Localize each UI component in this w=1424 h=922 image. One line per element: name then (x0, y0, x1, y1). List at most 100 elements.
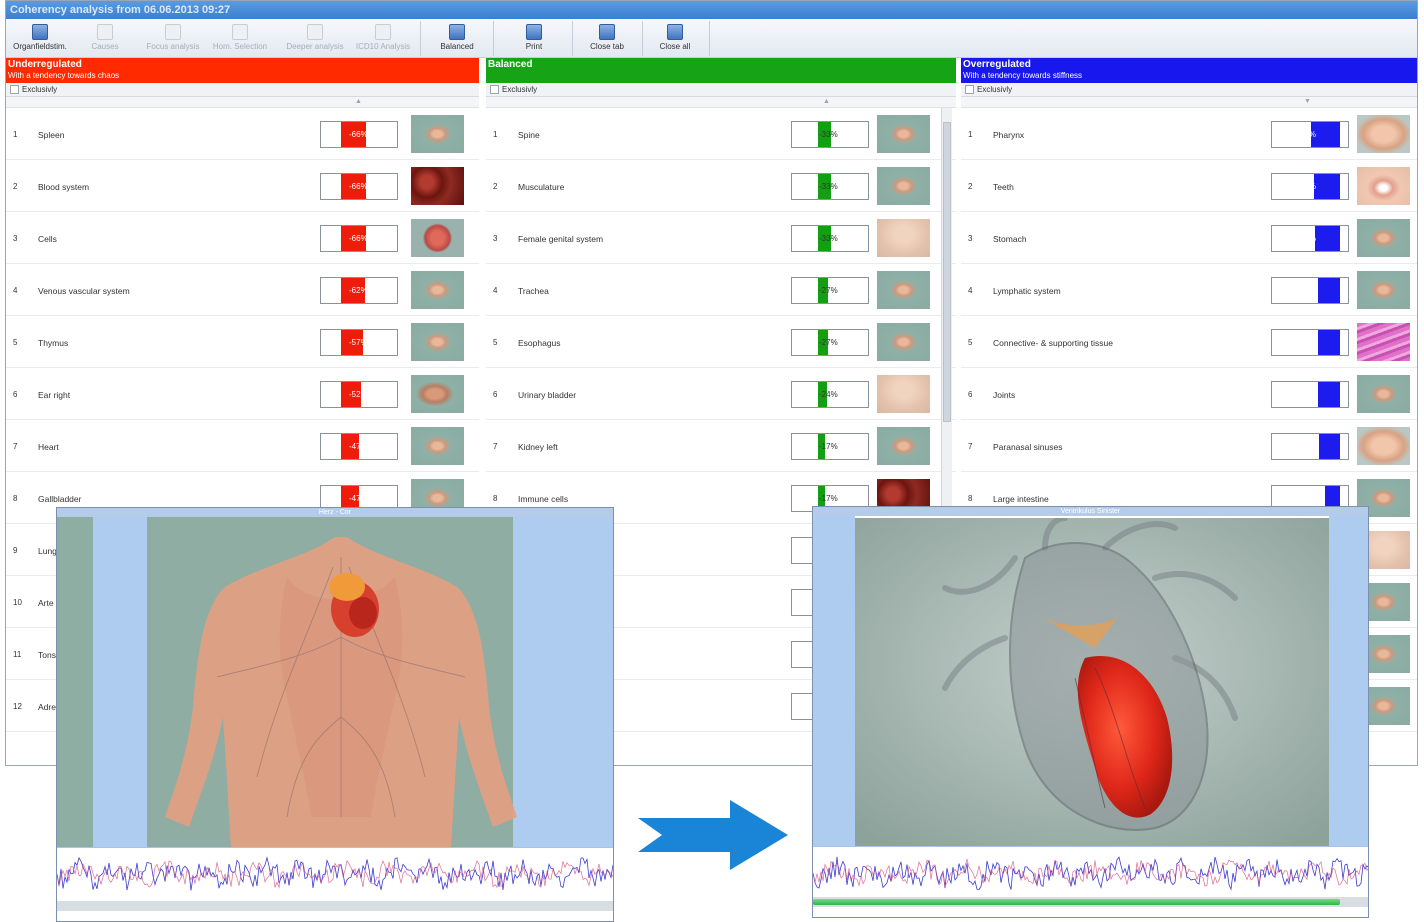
sort-down-icon[interactable]: ▼ (1304, 98, 1311, 105)
organ-thumbnail[interactable] (877, 219, 930, 257)
row-number: 4 (13, 286, 18, 295)
signal-wave-panel (57, 847, 613, 899)
organ-thumbnail[interactable] (1357, 167, 1410, 205)
column-header-row[interactable]: ▲ (6, 97, 479, 108)
organ-thumbnail[interactable] (411, 375, 464, 413)
table-row[interactable]: 6 Joints 63% (961, 368, 1417, 420)
body-3d-scene[interactable] (107, 517, 563, 847)
row-number: 8 (968, 494, 973, 503)
row-number: 2 (968, 182, 973, 191)
table-row[interactable]: 3 Stomach 73% (961, 212, 1417, 264)
row-number: 3 (968, 234, 973, 243)
viewer-frame-left (813, 516, 855, 846)
row-number: 7 (968, 442, 973, 451)
regulation-bar: 61% (1271, 433, 1349, 460)
table-row[interactable]: 1 Spine -33% (486, 108, 956, 160)
column-header-row[interactable]: ▼ (961, 97, 1417, 108)
table-row[interactable]: 3 Female genital system -33% (486, 212, 956, 264)
causes-icon (97, 24, 113, 40)
table-row[interactable]: 1 Pharynx 84% (961, 108, 1417, 160)
organ-thumbnail[interactable] (877, 375, 930, 413)
organ-thumbnail[interactable] (877, 167, 930, 205)
exclusively-checkbox[interactable]: Exclusivly (486, 83, 956, 97)
hom-selection-button[interactable]: Hom. Selection (208, 22, 272, 55)
scrollbar-thumb[interactable] (943, 122, 951, 422)
organ-thumbnail[interactable] (411, 115, 464, 153)
arrow-right-icon (638, 800, 788, 870)
viewer-progress-bar (57, 901, 613, 911)
regulation-percent: 61% (1300, 442, 1317, 451)
toolbar-separator (420, 21, 421, 56)
organfieldstim-button[interactable]: Organfieldstim. (8, 22, 72, 55)
table-row[interactable]: 5 Esophagus -27% (486, 316, 956, 368)
regulation-bar: -27% (791, 277, 869, 304)
regulation-percent: 76% (1300, 182, 1317, 191)
organ-name: Lymphatic system (993, 286, 1061, 296)
toolbar-separator (709, 21, 710, 56)
organ-thumbnail[interactable] (877, 427, 930, 465)
organ-thumbnail[interactable] (411, 167, 464, 205)
organ-thumbnail[interactable] (877, 323, 930, 361)
focus-analysis-button[interactable]: Focus analysis (142, 22, 204, 55)
row-number: 10 (13, 598, 22, 607)
table-row[interactable]: 7 Kidney left -17% (486, 420, 956, 472)
sort-up-icon[interactable]: ▲ (823, 98, 830, 105)
heart-3d-viewer[interactable]: Herz - Cor (56, 507, 614, 922)
table-row[interactable]: 4 Venous vascular system -62% (6, 264, 479, 316)
organ-thumbnail[interactable] (411, 323, 464, 361)
organ-thumbnail[interactable] (1357, 271, 1410, 309)
regulation-bar: -66% (320, 225, 398, 252)
regulation-bar: -27% (791, 329, 869, 356)
signal-waveform (57, 856, 613, 891)
organ-thumbnail[interactable] (411, 427, 464, 465)
table-row[interactable]: 2 Blood system -66% (6, 160, 479, 212)
close-all-button[interactable]: Close all (646, 22, 704, 55)
organ-thumbnail[interactable] (1357, 219, 1410, 257)
toolbar: Organfieldstim. Causes Focus analysis Ho… (6, 19, 1417, 58)
organ-thumbnail[interactable] (1357, 323, 1410, 361)
organ-thumbnail[interactable] (877, 115, 930, 153)
table-row[interactable]: 6 Ear right -52% (6, 368, 479, 420)
table-row[interactable]: 1 Spleen -66% (6, 108, 479, 160)
regulation-bar: -33% (791, 225, 869, 252)
table-row[interactable]: 7 Paranasal sinuses 61% (961, 420, 1417, 472)
organ-thumbnail[interactable] (1357, 427, 1410, 465)
signal-wave-panel (813, 846, 1368, 898)
icd10-analysis-button[interactable]: ICD10 Analysis (350, 22, 416, 55)
organ-thumbnail[interactable] (411, 271, 464, 309)
table-row[interactable]: 3 Cells -66% (6, 212, 479, 264)
row-number: 3 (493, 234, 498, 243)
organ-thumbnail[interactable] (1357, 115, 1410, 153)
table-row[interactable]: 2 Teeth 76% (961, 160, 1417, 212)
exclusively-checkbox[interactable]: Exclusivly (961, 83, 1417, 97)
organ-thumbnail[interactable] (877, 271, 930, 309)
table-row[interactable]: 4 Lymphatic system 65% (961, 264, 1417, 316)
table-row[interactable]: 6 Urinary bladder -24% (486, 368, 956, 420)
deeper-analysis-button[interactable]: Deeper analysis (282, 22, 348, 55)
sort-up-icon[interactable]: ▲ (355, 98, 362, 105)
row-number: 4 (493, 286, 498, 295)
ventricle-3d-scene[interactable] (855, 515, 1329, 846)
exclusively-checkbox[interactable]: Exclusivly (6, 83, 479, 97)
column-header-row[interactable]: ▲ (486, 97, 956, 108)
table-row[interactable]: 5 Thymus -57% (6, 316, 479, 368)
ventricle-3d-viewer[interactable]: Ventrikulus Sinister (812, 506, 1369, 918)
table-row[interactable]: 2 Musculature -33% (486, 160, 956, 212)
icd10-icon (375, 24, 391, 40)
row-number: 5 (493, 338, 498, 347)
organ-name: Urinary bladder (518, 390, 577, 400)
organ-thumbnail[interactable] (1357, 375, 1410, 413)
close-tab-button[interactable]: Close tab (576, 22, 638, 55)
table-row[interactable]: 7 Heart -47% (6, 420, 479, 472)
causes-button[interactable]: Causes (76, 22, 134, 55)
row-number: 1 (968, 130, 973, 139)
organ-thumbnail[interactable] (411, 219, 464, 257)
organ-name: Spine (518, 130, 540, 140)
regulation-bar: 76% (1271, 173, 1349, 200)
table-row[interactable]: 5 Connective- & supporting tissue 65% (961, 316, 1417, 368)
regulation-percent: -33% (819, 182, 838, 191)
organ-name: Kidney left (518, 442, 558, 452)
table-row[interactable]: 4 Trachea -27% (486, 264, 956, 316)
balanced-button[interactable]: Balanced (428, 22, 486, 55)
print-button[interactable]: Print (502, 22, 566, 55)
